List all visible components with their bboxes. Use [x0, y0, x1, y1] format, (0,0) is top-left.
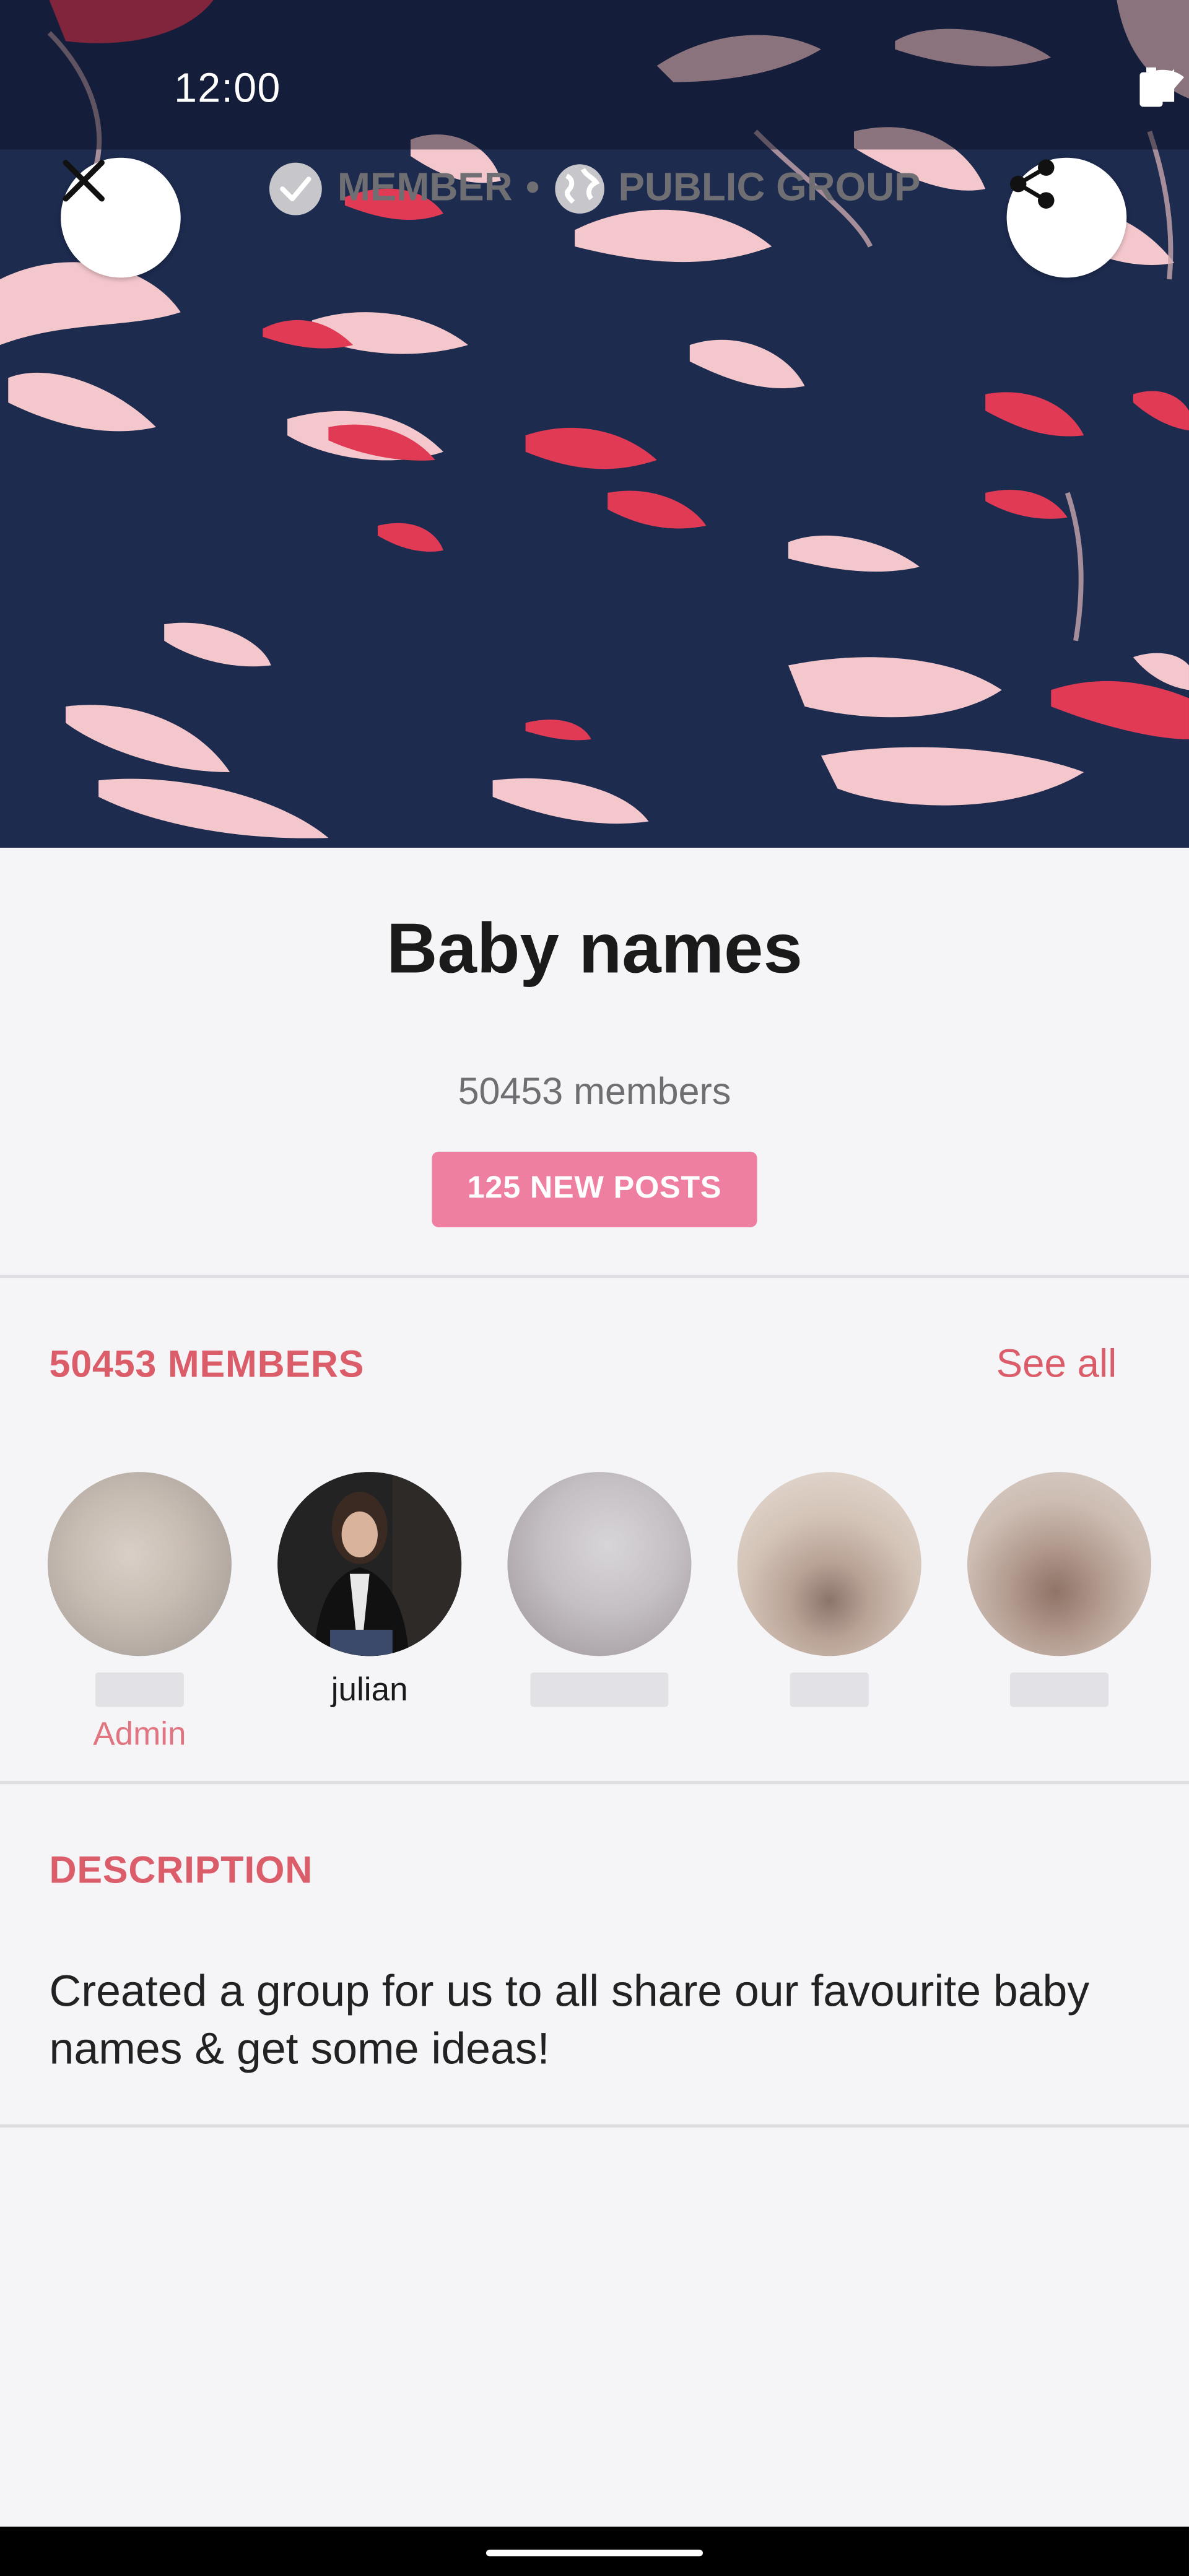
member-card[interactable] [737, 1472, 921, 1707]
member-card[interactable]: Admin [47, 1472, 232, 1754]
redacted-name [1009, 1672, 1109, 1707]
status-bar: 12:00 [0, 0, 1189, 150]
member-card[interactable] [507, 1472, 692, 1707]
meta-separator: • [525, 165, 540, 211]
avatar [737, 1472, 921, 1656]
description-section-title: DESCRIPTION [49, 1848, 313, 1891]
status-time: 12:00 [174, 66, 281, 112]
members-count: 50453 members [458, 1069, 731, 1113]
members-section-title: 50453 MEMBERS [49, 1342, 365, 1385]
group-cover-image: 12:00 [0, 0, 1189, 848]
member-card[interactable]: julian [277, 1472, 462, 1712]
member-name: julian [331, 1672, 408, 1709]
home-gesture-handle[interactable] [486, 2549, 703, 2557]
divider [0, 2124, 1189, 2128]
member-photo [277, 1472, 462, 1656]
avatar [967, 1472, 1151, 1656]
member-status-label: MEMBER [337, 165, 513, 211]
visibility-label: PUBLIC GROUP [618, 165, 921, 211]
redacted-name [790, 1672, 869, 1707]
avatar [507, 1472, 692, 1656]
check-circle-icon [270, 162, 323, 215]
system-navigation-bar [0, 2526, 1189, 2576]
avatar [47, 1472, 232, 1656]
group-info: Baby names 50453 members 125 NEW POSTS [0, 848, 1189, 1278]
group-meta: MEMBER • PUBLIC GROUP [0, 161, 1189, 217]
redacted-name [530, 1672, 669, 1707]
divider [0, 1780, 1189, 1785]
see-all-link[interactable]: See all [996, 1342, 1117, 1388]
redacted-name [95, 1672, 185, 1707]
group-description: Created a group for us to all share our … [49, 1966, 1090, 2074]
new-posts-button[interactable]: 125 NEW POSTS [432, 1151, 757, 1227]
member-card[interactable] [967, 1472, 1151, 1707]
avatar [277, 1472, 462, 1656]
divider [0, 1274, 1189, 1279]
member-role: Admin [93, 1717, 186, 1753]
globe-icon [554, 164, 604, 214]
group-title: Baby names [386, 910, 803, 990]
battery-icon [1139, 67, 1163, 107]
